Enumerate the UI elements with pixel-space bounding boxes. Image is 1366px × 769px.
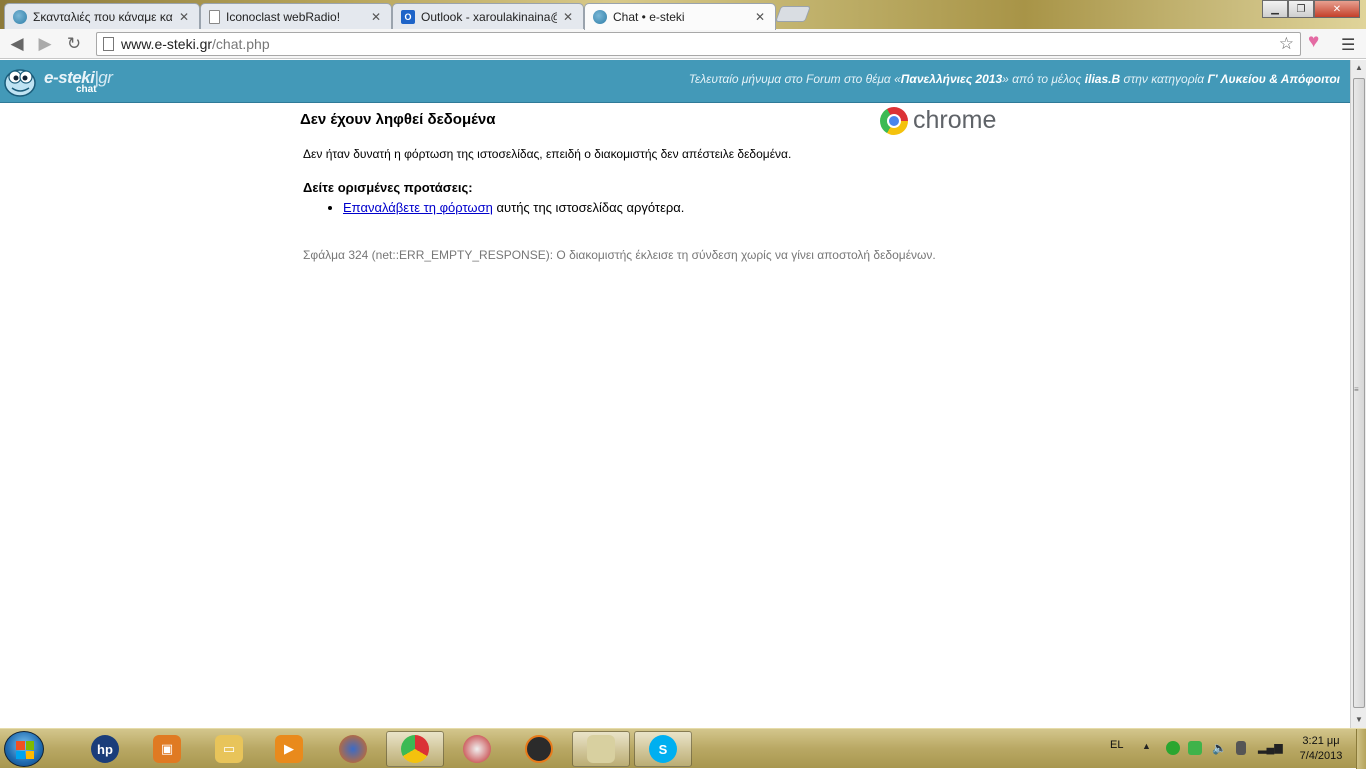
tab-outlook[interactable]: O Outlook - xaroulakinaina@ ✕ bbox=[392, 3, 584, 29]
clock-date: 7/4/2013 bbox=[1299, 750, 1343, 762]
error-message: Δεν ήταν δυνατή η φόρτωση της ιστοσελίδα… bbox=[303, 147, 792, 161]
windows-logo-icon bbox=[16, 741, 34, 759]
start-button[interactable] bbox=[4, 731, 44, 767]
network-signal-icon[interactable]: ▂▄▆ bbox=[1258, 741, 1283, 755]
ticker-user[interactable]: ilias.B bbox=[1085, 72, 1120, 86]
volume-icon[interactable]: 🔈 bbox=[1212, 741, 1227, 755]
clock-time: 3:21 μμ bbox=[1302, 735, 1340, 747]
forward-arrow-icon[interactable]: ▶ bbox=[34, 34, 56, 54]
taskbar-app-orange[interactable]: ▣ bbox=[138, 731, 196, 767]
suggestion-item: Επαναλάβετε τη φόρτωση αυτής της ιστοσελ… bbox=[343, 200, 684, 215]
browser-toolbar: ◀ ▶ ↻ www.e-steki.gr/chat.php ☆ bbox=[0, 29, 1366, 59]
maximize-button[interactable]: ❐ bbox=[1288, 0, 1314, 18]
close-window-button[interactable]: ✕ bbox=[1314, 0, 1360, 18]
window-controls: ▁ ❐ ✕ bbox=[1262, 0, 1360, 18]
show-desktop-button[interactable] bbox=[1356, 729, 1366, 769]
ticker-mid: » από το μέλος bbox=[1002, 72, 1085, 86]
clock[interactable]: 3:21 μμ 7/4/2013 bbox=[1292, 734, 1350, 764]
sync-icon[interactable] bbox=[1188, 741, 1202, 755]
tab-title: Σκανταλιές που κάναμε κα bbox=[33, 9, 173, 24]
scroll-up-icon[interactable]: ▲ bbox=[1351, 60, 1366, 76]
ticker-prefix: Τελευταίο μήνυμα στο Forum στο θέμα « bbox=[688, 72, 901, 86]
show-hidden-icons-icon[interactable]: ▲ bbox=[1142, 741, 1156, 755]
ticker-category[interactable]: Γ' Λυκείου & Απόφοιτοι bbox=[1207, 72, 1340, 86]
scroll-grip-icon: ≡ bbox=[1354, 385, 1359, 394]
url-host: www.e-steki.gr bbox=[121, 36, 213, 52]
ticker-topic[interactable]: Πανελλήνιες 2013 bbox=[901, 72, 1002, 86]
tab-chat-esteki[interactable]: Chat • e-steki ✕ bbox=[584, 3, 776, 30]
site-logo[interactable]: e-steki|gr chat bbox=[0, 60, 140, 103]
tab-title: Iconoclast webRadio! bbox=[226, 9, 341, 24]
app-icon: ▣ bbox=[153, 735, 181, 763]
outlook-icon: O bbox=[401, 9, 415, 24]
windows-taskbar: hp ▣ ▭ ▶ S EL ▲ 🔈 ▂▄▆ 3:21 μμ 7/4/2013 bbox=[0, 728, 1366, 769]
url-path: /chat.php bbox=[212, 36, 270, 52]
tab-close-icon[interactable]: ✕ bbox=[369, 10, 383, 24]
chrome-icon bbox=[880, 106, 908, 135]
brand-suffix: gr bbox=[98, 68, 113, 87]
page-icon bbox=[209, 9, 220, 24]
chrome-wordmark: chrome bbox=[913, 106, 997, 134]
app-icon bbox=[525, 735, 553, 763]
download-icon bbox=[463, 735, 491, 763]
folder-icon: ▭ bbox=[215, 735, 243, 763]
suggestion-rest: αυτής της ιστοσελίδας αργότερα. bbox=[492, 200, 685, 215]
firefox-icon bbox=[339, 735, 367, 763]
page-icon bbox=[103, 37, 114, 51]
tab-eksteki-forum[interactable]: Σκανταλιές που κάναμε κα ✕ bbox=[4, 3, 200, 29]
tab-iconoclast[interactable]: Iconoclast webRadio! ✕ bbox=[200, 3, 392, 29]
windows-stack-icon bbox=[587, 735, 615, 763]
chrome-logo: chrome bbox=[880, 106, 996, 135]
new-tab-button[interactable] bbox=[775, 6, 811, 22]
taskbar-app-dark[interactable] bbox=[510, 731, 568, 767]
forum-ticker[interactable]: Τελευταίο μήνυμα στο Forum στο θέμα «Παν… bbox=[689, 72, 1340, 86]
scroll-down-icon[interactable]: ▼ bbox=[1351, 712, 1366, 728]
tab-close-icon[interactable]: ✕ bbox=[177, 10, 191, 24]
hp-icon: hp bbox=[91, 735, 119, 763]
taskbar-skype[interactable]: S bbox=[634, 731, 692, 767]
battery-icon[interactable] bbox=[1236, 741, 1246, 755]
taskbar-downloader[interactable] bbox=[448, 731, 506, 767]
taskbar-media-player[interactable]: ▶ bbox=[260, 731, 318, 767]
chat-label: chat bbox=[76, 84, 97, 95]
tab-strip: Σκανταλιές που κάναμε κα ✕ Iconoclast we… bbox=[0, 0, 1366, 30]
taskbar-hp[interactable]: hp bbox=[76, 731, 134, 767]
security-shield-icon[interactable] bbox=[1166, 741, 1180, 755]
skype-icon: S bbox=[649, 735, 677, 763]
e-steki-icon bbox=[593, 10, 607, 24]
taskbar-windows[interactable] bbox=[572, 731, 630, 767]
minimize-button[interactable]: ▁ bbox=[1262, 0, 1288, 18]
menu-icon[interactable]: ☰ bbox=[1341, 35, 1355, 55]
taskbar-chrome[interactable] bbox=[386, 731, 444, 767]
media-player-icon: ▶ bbox=[275, 735, 303, 763]
address-bar[interactable]: www.e-steki.gr/chat.php ☆ bbox=[96, 32, 1301, 56]
reload-icon[interactable]: ↻ bbox=[63, 34, 85, 54]
mascot-logo-icon bbox=[4, 69, 36, 97]
url-text: www.e-steki.gr/chat.php bbox=[121, 36, 270, 52]
tab-title: Chat • e-steki bbox=[613, 10, 685, 24]
bookmark-star-icon[interactable]: ☆ bbox=[1279, 34, 1294, 54]
site-header: e-steki|gr chat Τελευταίο μήνυμα στο For… bbox=[0, 60, 1350, 103]
tab-close-icon[interactable]: ✕ bbox=[561, 10, 575, 24]
back-arrow-icon[interactable]: ◀ bbox=[6, 34, 28, 54]
chrome-icon bbox=[401, 735, 429, 763]
language-indicator[interactable]: EL bbox=[1110, 739, 1123, 751]
taskbar-explorer[interactable]: ▭ bbox=[200, 731, 258, 767]
error-code: Σφάλμα 324 (net::ERR_EMPTY_RESPONSE): Ο … bbox=[303, 248, 936, 262]
e-steki-icon bbox=[13, 9, 27, 24]
reload-link[interactable]: Επαναλάβετε τη φόρτωση bbox=[343, 200, 493, 215]
suggestions-list: Επαναλάβετε τη φόρτωση αυτής της ιστοσελ… bbox=[343, 200, 684, 215]
error-title: Δεν έχουν ληφθεί δεδομένα bbox=[300, 111, 496, 128]
vertical-scrollbar[interactable]: ▲ ≡ ▼ bbox=[1350, 60, 1366, 728]
ticker-cat-prefix: στην κατηγορία bbox=[1120, 72, 1208, 86]
suggestions-heading: Δείτε ορισμένες προτάσεις: bbox=[303, 180, 473, 195]
taskbar-firefox[interactable] bbox=[324, 731, 382, 767]
heart-extension-icon[interactable]: ♥ bbox=[1308, 31, 1319, 53]
tab-title: Outlook - xaroulakinaina@ bbox=[421, 9, 557, 24]
tab-close-icon[interactable]: ✕ bbox=[753, 10, 767, 24]
